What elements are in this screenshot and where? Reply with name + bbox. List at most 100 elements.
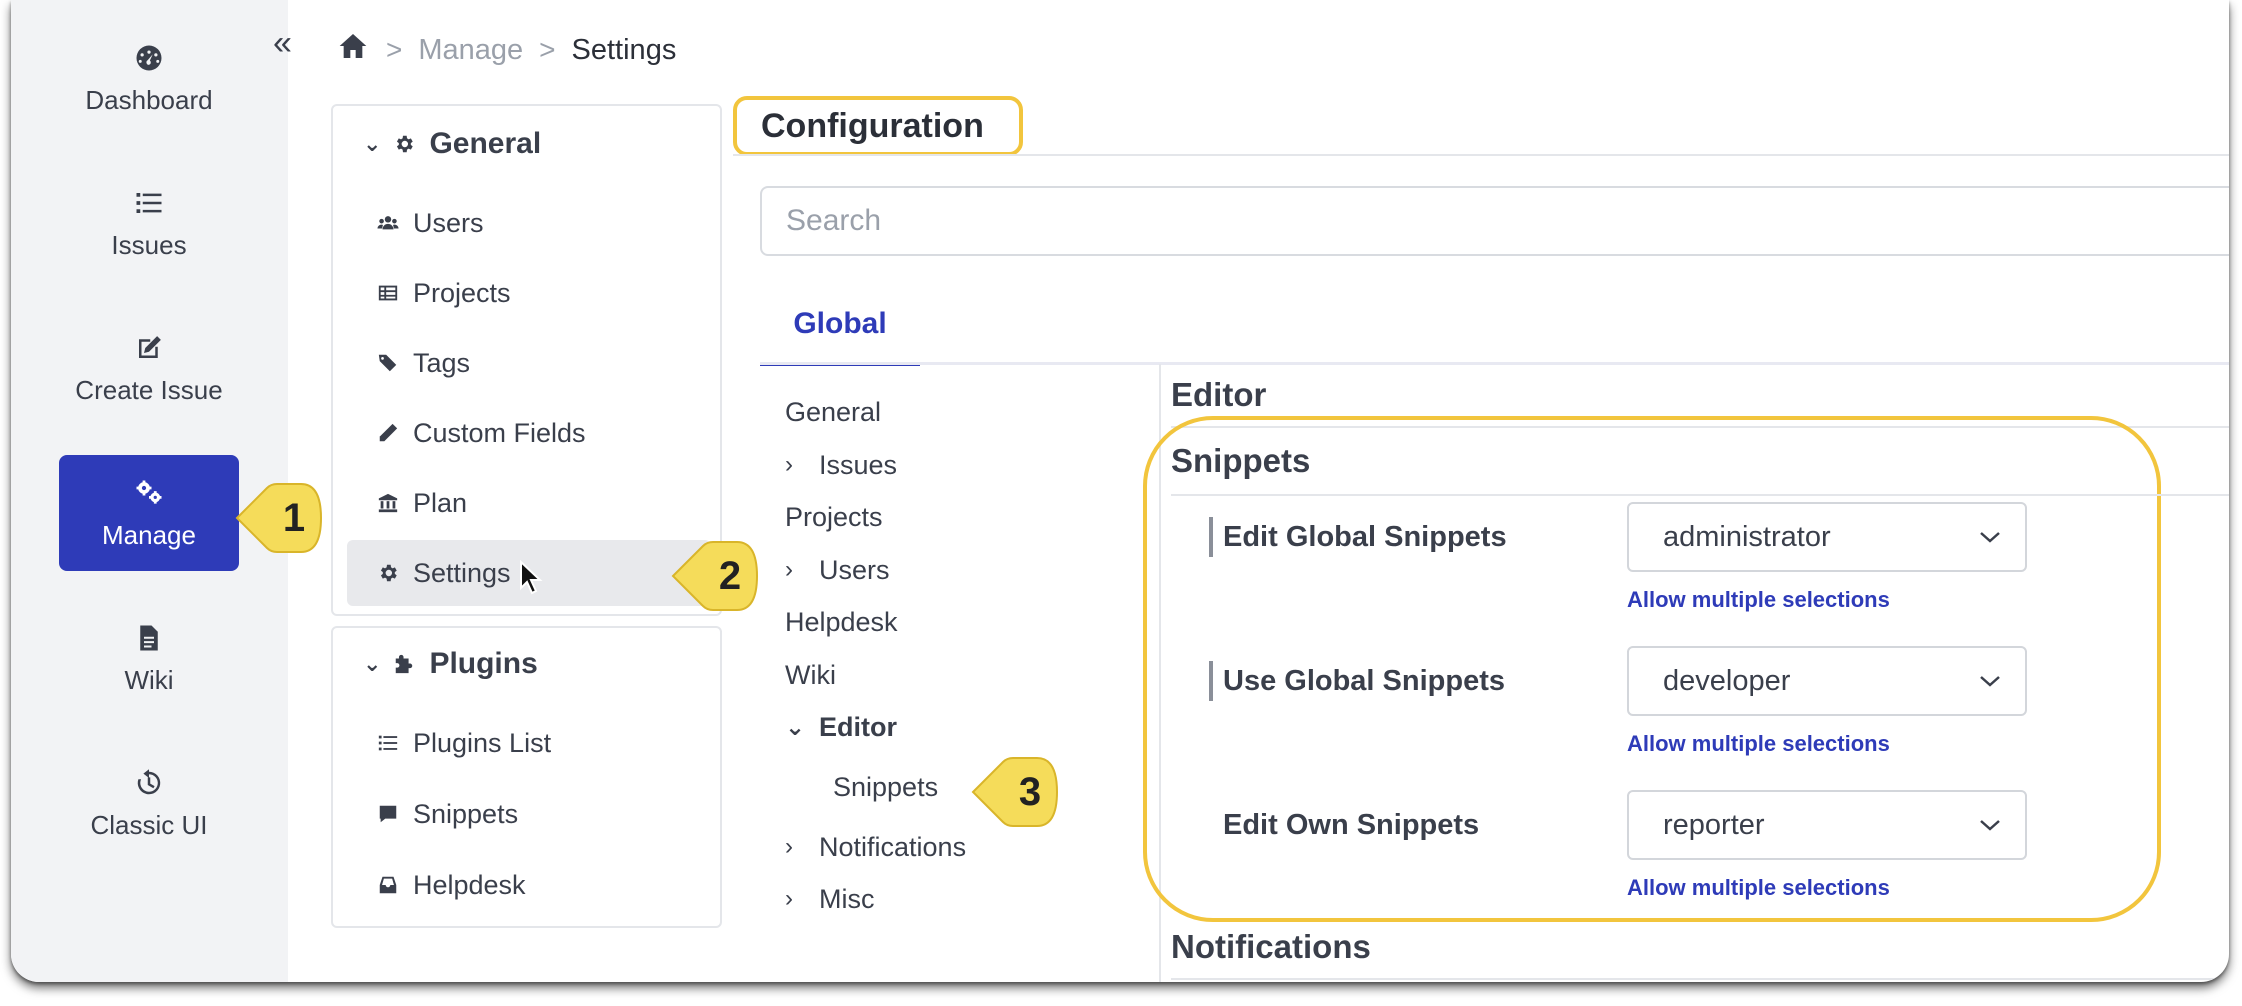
tree-item-general[interactable]: General — [785, 394, 881, 430]
allow-multiple-link[interactable]: Allow multiple selections — [1627, 587, 1890, 613]
comment-icon — [379, 805, 397, 823]
tree-label: Users — [819, 554, 890, 585]
rail-item-issues[interactable]: Issues — [59, 165, 239, 281]
bank-icon — [378, 493, 398, 513]
dashboard-gauge-icon — [132, 41, 166, 75]
breadcrumb-separator: > — [539, 34, 556, 65]
edit-global-snippets-select[interactable]: administrator — [1627, 502, 2027, 572]
tree-item-users[interactable]: › Users — [785, 552, 890, 588]
settings-nav-plan[interactable]: Plan — [347, 470, 711, 536]
rail-item-wiki[interactable]: Wiki — [59, 600, 239, 716]
tree-label: Wiki — [785, 659, 836, 690]
app-window: Dashboard Issues Create Issue Manage Wik… — [11, 0, 2229, 982]
history-icon — [132, 766, 166, 800]
general-section-header[interactable]: ⌄ General — [363, 124, 541, 164]
plugins-section-header[interactable]: ⌄ Plugins — [363, 644, 538, 684]
helpdesk-icon — [379, 876, 397, 894]
collapse-sidebar-icon[interactable]: « — [273, 26, 292, 60]
breadcrumb: > Manage > Settings — [336, 30, 676, 70]
settings-nav-label: Projects — [413, 277, 511, 308]
callout-step-3: 3 — [967, 754, 1063, 830]
edit-own-snippets-select[interactable]: reporter — [1627, 790, 2027, 860]
settings-nav-custom-fields[interactable]: Custom Fields — [347, 400, 711, 466]
chevron-down-icon — [1980, 676, 2000, 687]
plugins-nav-label: Snippets — [413, 798, 519, 829]
rail-item-dashboard[interactable]: Dashboard — [59, 20, 239, 136]
tree-item-snippets[interactable]: Snippets — [833, 769, 938, 805]
callout-shape-icon — [235, 483, 323, 553]
tree-item-helpdesk[interactable]: Helpdesk — [785, 604, 898, 640]
home-icon[interactable] — [336, 30, 370, 70]
rail-label-issues: Issues — [111, 229, 187, 260]
use-global-snippets-select[interactable]: developer — [1627, 646, 2027, 716]
general-settings-panel: ⌄ General Users Projects Tags Custom Fie… — [331, 104, 722, 616]
tree-item-wiki[interactable]: Wiki — [785, 657, 836, 693]
allow-multiple-link[interactable]: Allow multiple selections — [1627, 731, 1890, 757]
section-title-snippets: Snippets — [1171, 442, 1311, 479]
users-icon — [377, 216, 399, 230]
rail-item-create-issue[interactable]: Create Issue — [59, 310, 239, 426]
rail-label-wiki: Wiki — [124, 664, 174, 695]
tree-item-misc[interactable]: › Misc — [785, 881, 875, 917]
callout-shape-icon — [671, 541, 759, 611]
tree-label: Notifications — [819, 831, 967, 862]
plugins-nav-label: Plugins List — [413, 727, 552, 758]
plugins-panel: ⌄ Plugins Plugins List Snippets Helpdesk — [331, 626, 722, 928]
tree-label: Projects — [785, 501, 883, 532]
search-input[interactable]: Search — [760, 186, 2229, 256]
callout-number: 3 — [1018, 769, 1042, 814]
divider — [733, 154, 2229, 156]
breadcrumb-separator: > — [386, 34, 403, 65]
breadcrumb-manage[interactable]: Manage — [418, 34, 523, 67]
settings-nav-tags[interactable]: Tags — [347, 330, 711, 396]
plugins-nav-snippets[interactable]: Snippets — [347, 781, 711, 847]
chevron-down-icon — [1980, 820, 2000, 831]
tree-item-notifications[interactable]: › Notifications — [785, 829, 966, 865]
puzzle-icon — [396, 654, 413, 674]
breadcrumb-settings: Settings — [571, 33, 677, 66]
select-value: reporter — [1663, 808, 1765, 841]
select-value: developer — [1663, 664, 1791, 697]
chevron-right-icon: › — [785, 556, 793, 583]
setting-label-edit-global-snippets: Edit Global Snippets — [1209, 517, 1507, 557]
document-icon — [132, 621, 166, 655]
chevron-right-icon: › — [785, 885, 793, 912]
section-title-notifications: Notifications — [1171, 928, 1371, 965]
setting-label-edit-own-snippets: Edit Own Snippets — [1223, 808, 1480, 841]
tab-global[interactable]: Global — [760, 286, 920, 366]
plugins-nav-label: Helpdesk — [413, 869, 526, 900]
tags-icon — [378, 354, 397, 372]
tree-item-editor[interactable]: ⌄ Editor — [785, 709, 897, 745]
tree-item-projects[interactable]: Projects — [785, 499, 883, 535]
edit-icon — [132, 331, 166, 365]
plugins-nav-plugins-list[interactable]: Plugins List — [347, 710, 711, 776]
chevron-right-icon: › — [785, 833, 793, 860]
allow-multiple-link[interactable]: Allow multiple selections — [1627, 875, 1890, 901]
chevron-right-icon: › — [785, 451, 793, 478]
tree-label: Issues — [819, 449, 898, 480]
section-title-editor: Editor — [1171, 376, 1267, 413]
list-icon — [132, 186, 166, 220]
plugins-nav-helpdesk[interactable]: Helpdesk — [347, 852, 711, 918]
tree-item-issues[interactable]: › Issues — [785, 447, 897, 483]
settings-nav-projects[interactable]: Projects — [347, 260, 711, 326]
gear-icon — [380, 564, 397, 582]
rail-label-create-issue: Create Issue — [75, 374, 223, 405]
chevron-down-icon: ⌄ — [785, 713, 806, 741]
settings-nav-label: Users — [413, 207, 484, 238]
rail-item-classic-ui[interactable]: Classic UI — [59, 745, 239, 861]
rail-item-manage[interactable]: Manage — [59, 455, 239, 571]
table-icon — [378, 285, 398, 301]
settings-nav-users[interactable]: Users — [347, 190, 711, 256]
callout-number: 2 — [718, 553, 742, 598]
list-icon — [378, 735, 398, 751]
mouse-cursor-icon — [519, 559, 545, 601]
cogs-icon — [132, 476, 166, 510]
plugins-section-title: Plugins — [429, 647, 538, 680]
tree-label: Editor — [819, 711, 897, 742]
settings-nav-label: Tags — [413, 347, 471, 378]
divider — [1171, 978, 2229, 980]
rail-label-classic-ui: Classic UI — [90, 809, 208, 840]
callout-shape-icon — [971, 757, 1059, 827]
general-section-title: General — [429, 127, 542, 160]
